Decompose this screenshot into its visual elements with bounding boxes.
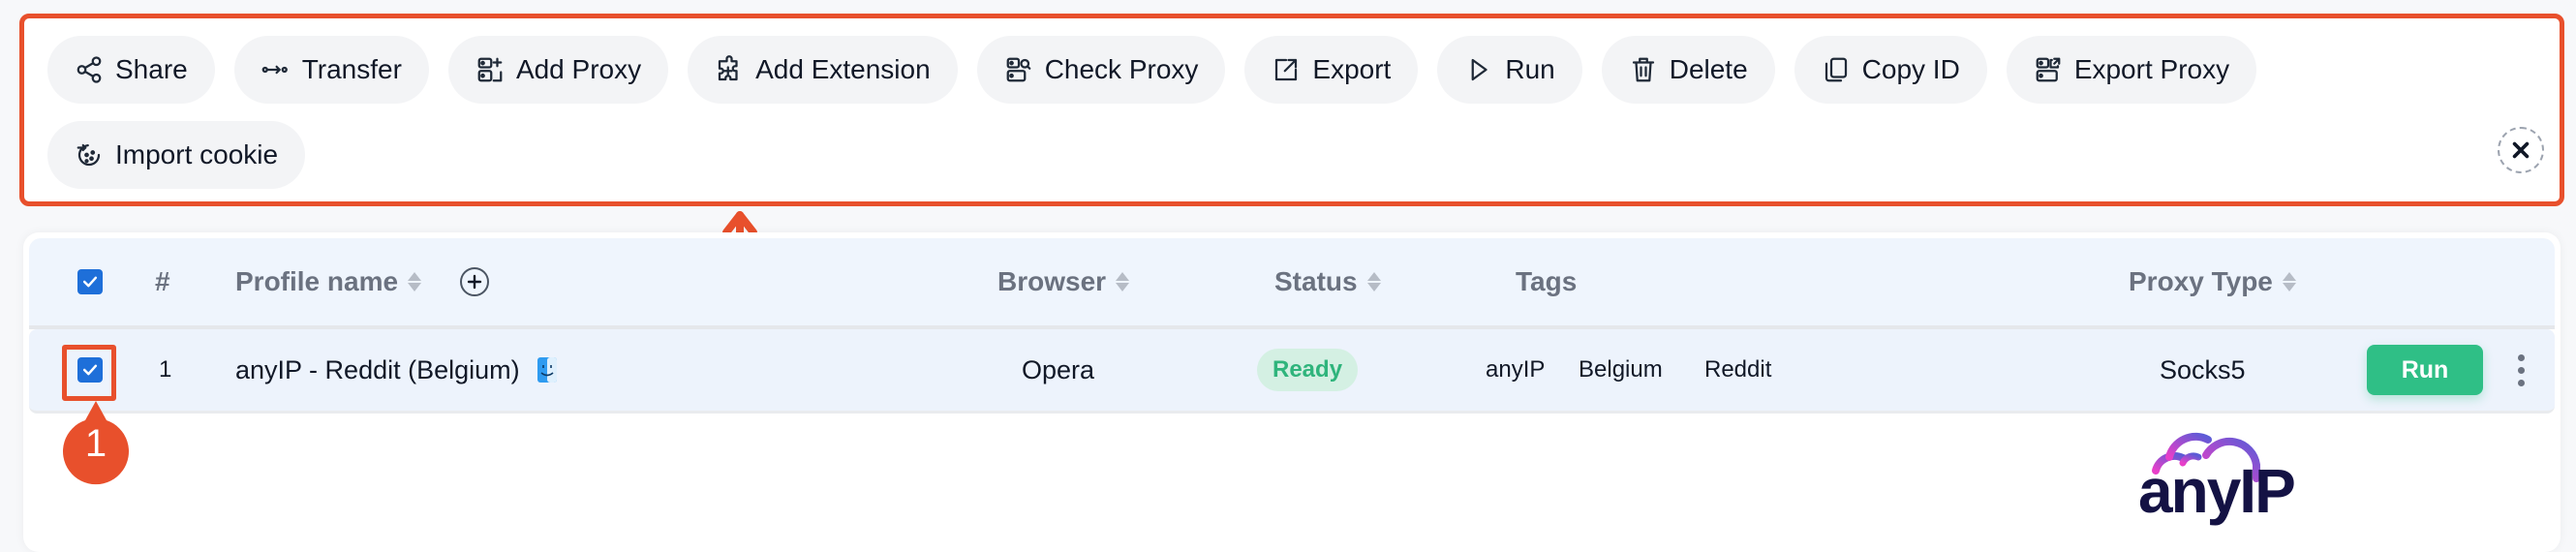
transfer-icon [261, 65, 288, 75]
header-browser-label: Browser [997, 266, 1107, 296]
row-browser: Opera [1022, 354, 1095, 384]
transfer-button[interactable]: Transfer [233, 36, 429, 104]
row-profile-name[interactable]: anyIP - Reddit (Belgium) [235, 355, 520, 385]
sort-icon[interactable] [1116, 272, 1130, 291]
header-browser[interactable]: Browser [997, 238, 1130, 325]
sort-icon[interactable] [408, 272, 422, 291]
external-link-icon [1275, 58, 1298, 81]
transfer-label: Transfer [301, 54, 402, 84]
copy-id-label: Copy ID [1861, 54, 1960, 84]
row-tag-3: Reddit [1704, 356, 1772, 383]
select-all-checkbox[interactable] [77, 269, 103, 294]
table-row[interactable]: 1 anyIP - Reddit (Belgium) Opera Ready a… [29, 329, 2555, 414]
row-run-button[interactable]: Run [2367, 345, 2483, 395]
annotation-highlight-box [62, 345, 116, 401]
add-proxy-label: Add Proxy [515, 54, 642, 84]
row-tag-1: anyIP [1486, 356, 1546, 383]
check-proxy-label: Check Proxy [1044, 54, 1199, 84]
header-index: # [155, 266, 170, 296]
add-proxy-button[interactable]: Add Proxy [447, 36, 669, 104]
share-icon [77, 56, 102, 83]
trash-icon [1632, 57, 1654, 82]
sort-icon[interactable] [2282, 272, 2296, 291]
status-badge: Ready [1257, 349, 1359, 391]
add-extension-button[interactable]: Add Extension [688, 36, 958, 104]
import-cookie-label: Import cookie [115, 139, 279, 169]
anyip-logo-text: anyIP [2138, 456, 2296, 526]
sort-icon[interactable] [1366, 272, 1381, 291]
row-run-cell: Run [2367, 329, 2483, 411]
macos-finder-icon [537, 357, 557, 383]
share-button[interactable]: Share [47, 36, 215, 104]
toolbar-row-2: Import cookie [47, 121, 306, 189]
copy-icon [1825, 57, 1847, 82]
row-proxy-type: Socks5 [2160, 354, 2246, 384]
puzzle-icon [718, 55, 738, 81]
header-proxy-type-label: Proxy Type [2129, 266, 2273, 296]
row-more-cell [2514, 329, 2529, 411]
row-index: 1 [159, 356, 172, 383]
close-toolbar-button[interactable] [2498, 127, 2544, 173]
close-icon [2512, 141, 2530, 159]
toolbar-row-1: Share Transfer Add Proxy Add Extension C… [47, 36, 2257, 104]
add-proxy-icon [477, 57, 503, 82]
check-proxy-icon [1006, 57, 1031, 82]
header-proxy-type[interactable]: Proxy Type [2129, 238, 2296, 325]
header-status-label: Status [1274, 266, 1358, 296]
share-label: Share [115, 54, 188, 84]
header-status[interactable]: Status [1274, 238, 1381, 325]
export-proxy-button[interactable]: Export Proxy [2006, 36, 2257, 104]
delete-button[interactable]: Delete [1601, 36, 1775, 104]
import-cookie-button[interactable]: Import cookie [47, 121, 306, 189]
add-column-button[interactable] [460, 267, 490, 296]
header-profile-name[interactable]: Profile name [235, 238, 490, 325]
run-button[interactable]: Run [1437, 36, 1582, 104]
add-extension-label: Add Extension [755, 54, 931, 84]
export-label: Export [1312, 54, 1392, 84]
plus-icon [467, 274, 482, 290]
more-options-icon[interactable] [2514, 351, 2529, 390]
check-proxy-button[interactable]: Check Proxy [976, 36, 1226, 104]
export-proxy-icon [2036, 57, 2061, 82]
header-tags: Tags [1516, 266, 1578, 296]
delete-label: Delete [1669, 54, 1748, 84]
row-tag-2: Belgium [1579, 356, 1663, 383]
export-proxy-label: Export Proxy [2073, 54, 2230, 84]
table-header: # Profile name Browser Status Tags Proxy… [29, 238, 2555, 329]
header-profile-name-label: Profile name [235, 266, 399, 296]
export-button[interactable]: Export [1244, 36, 1419, 104]
row-profile-name-cell: anyIP - Reddit (Belgium) [235, 329, 557, 411]
row-status-cell: Ready [1257, 329, 1359, 411]
run-label: Run [1505, 54, 1555, 84]
select-all-cell [77, 238, 103, 325]
cookie-icon [77, 143, 101, 167]
step-number: 1 [84, 422, 107, 465]
play-icon [1471, 58, 1487, 81]
checkmark-icon [82, 276, 98, 288]
bulk-action-toolbar: Share Transfer Add Proxy Add Extension C… [19, 14, 2564, 206]
copy-id-button[interactable]: Copy ID [1794, 36, 1987, 104]
